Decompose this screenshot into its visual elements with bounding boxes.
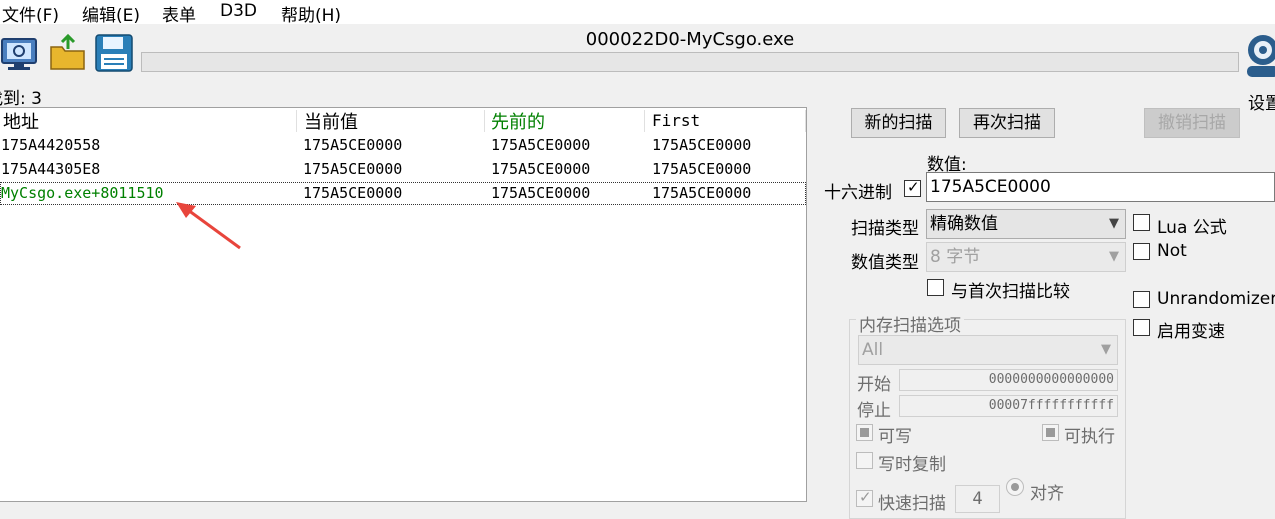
fast-scan-value-input[interactable]: 4 (955, 485, 1000, 513)
menu-help[interactable]: 帮助(H) (281, 1, 341, 26)
speedhack-label: 启用变速 (1157, 322, 1225, 342)
indeterminate-mark (860, 428, 869, 437)
value-type-select[interactable]: 8 字节 ▼ (926, 242, 1126, 272)
copy-on-write-label: 写时复制 (878, 455, 946, 475)
floppy-disk-icon (95, 34, 133, 72)
align-radio[interactable] (1006, 478, 1024, 496)
open-file-button[interactable] (48, 33, 88, 73)
executable-checkbox[interactable] (1042, 424, 1059, 441)
undo-scan-button[interactable]: 撤销扫描 (1144, 108, 1240, 138)
unrandomizer-label: Unrandomizer (1157, 289, 1275, 309)
next-scan-button[interactable]: 再次扫描 (959, 108, 1055, 138)
save-button[interactable] (94, 33, 134, 73)
memory-region-value: All (862, 340, 884, 360)
compare-first-label: 与首次扫描比较 (951, 282, 1070, 302)
column-header-previous[interactable]: 先前的 (491, 108, 545, 133)
start-address-input[interactable]: 0000000000000000 (899, 369, 1118, 391)
stop-label: 停止 (857, 401, 891, 421)
row-current: 175A5CE0000 (303, 160, 403, 178)
chevron-down-icon: ▼ (1109, 216, 1119, 231)
column-separator[interactable] (805, 110, 806, 132)
annotation-arrow-icon (176, 202, 241, 250)
fast-scan-checkbox[interactable]: ✓ (856, 488, 873, 507)
settings-button[interactable]: 设置 (1244, 28, 1275, 114)
column-separator[interactable] (484, 110, 485, 132)
value-type-value: 8 字节 (930, 247, 981, 267)
scan-type-select[interactable]: 精确数值 ▼ (926, 209, 1126, 239)
scan-type-label: 扫描类型 (851, 219, 919, 239)
not-label: Not (1157, 241, 1187, 261)
memory-region-select[interactable]: All ▼ (858, 335, 1118, 365)
scan-progress-bar (141, 52, 1239, 72)
process-title: 000022D0-MyCsgo.exe (585, 29, 795, 50)
radio-dot (1011, 483, 1019, 491)
column-separator[interactable] (296, 110, 297, 132)
lua-formula-label: Lua 公式 (1157, 218, 1227, 238)
not-checkbox[interactable] (1133, 243, 1150, 260)
menu-bar: 文件(F) 编辑(E) 表单 D3D 帮助(H) (0, 0, 1275, 26)
value-type-label: 数值类型 (851, 253, 919, 273)
checkmark-icon: ✓ (907, 178, 920, 196)
speedhack-checkbox[interactable] (1133, 319, 1150, 336)
computer-icon (1, 38, 37, 70)
column-header-first[interactable]: First (652, 111, 700, 135)
memory-scan-options-title: 内存扫描选项 (856, 311, 964, 336)
folder-open-icon (50, 33, 85, 70)
scan-type-value: 精确数值 (930, 214, 998, 234)
row-first: 175A5CE0000 (652, 136, 752, 154)
executable-label: 可执行 (1064, 427, 1115, 447)
copy-on-write-checkbox[interactable] (856, 452, 873, 469)
open-process-button[interactable] (0, 33, 40, 73)
checkmark-icon: ✓ (859, 488, 872, 506)
column-header-current[interactable]: 当前值 (304, 108, 358, 133)
value-input[interactable]: 175A5CE0000 (926, 172, 1275, 202)
row-address: 175A44305E8 (1, 160, 101, 178)
row-address: 175A4420558 (1, 136, 101, 154)
settings-label: 设置 (1248, 94, 1275, 114)
chevron-down-icon: ▼ (1109, 249, 1119, 264)
lua-formula-checkbox[interactable] (1133, 214, 1150, 231)
menu-table[interactable]: 表单 (162, 1, 196, 26)
writable-label: 可写 (878, 427, 912, 447)
start-label: 开始 (857, 375, 891, 395)
row-previous: 175A5CE0000 (491, 160, 591, 178)
indeterminate-mark (1046, 428, 1055, 437)
row-current: 175A5CE0000 (303, 136, 403, 154)
hex-label: 十六进制 (824, 183, 892, 203)
found-count: 找到: 3 (0, 89, 42, 109)
cheat-engine-logo-icon (1247, 35, 1275, 77)
hex-checkbox[interactable]: ✓ (904, 178, 921, 197)
align-label: 对齐 (1030, 484, 1064, 504)
unrandomizer-checkbox[interactable] (1133, 291, 1150, 308)
column-separator[interactable] (644, 110, 645, 132)
row-previous: 175A5CE0000 (491, 184, 591, 202)
menu-file[interactable]: 文件(F) (2, 1, 59, 26)
row-address-static: MyCsgo.exe+8011510 (1, 184, 164, 202)
row-previous: 175A5CE0000 (491, 136, 591, 154)
stop-address-input[interactable]: 00007fffffffffff (899, 395, 1118, 417)
menu-d3d[interactable]: D3D (220, 1, 257, 21)
writable-checkbox[interactable] (856, 424, 873, 441)
compare-first-checkbox[interactable] (927, 279, 944, 296)
row-first: 175A5CE0000 (652, 160, 752, 178)
new-scan-button[interactable]: 新的扫描 (851, 108, 946, 138)
chevron-down-icon: ▼ (1101, 342, 1111, 357)
column-header-address[interactable]: 地址 (3, 108, 39, 133)
menu-edit[interactable]: 编辑(E) (82, 1, 140, 26)
row-first: 175A5CE0000 (652, 184, 752, 202)
row-current: 175A5CE0000 (303, 184, 403, 202)
